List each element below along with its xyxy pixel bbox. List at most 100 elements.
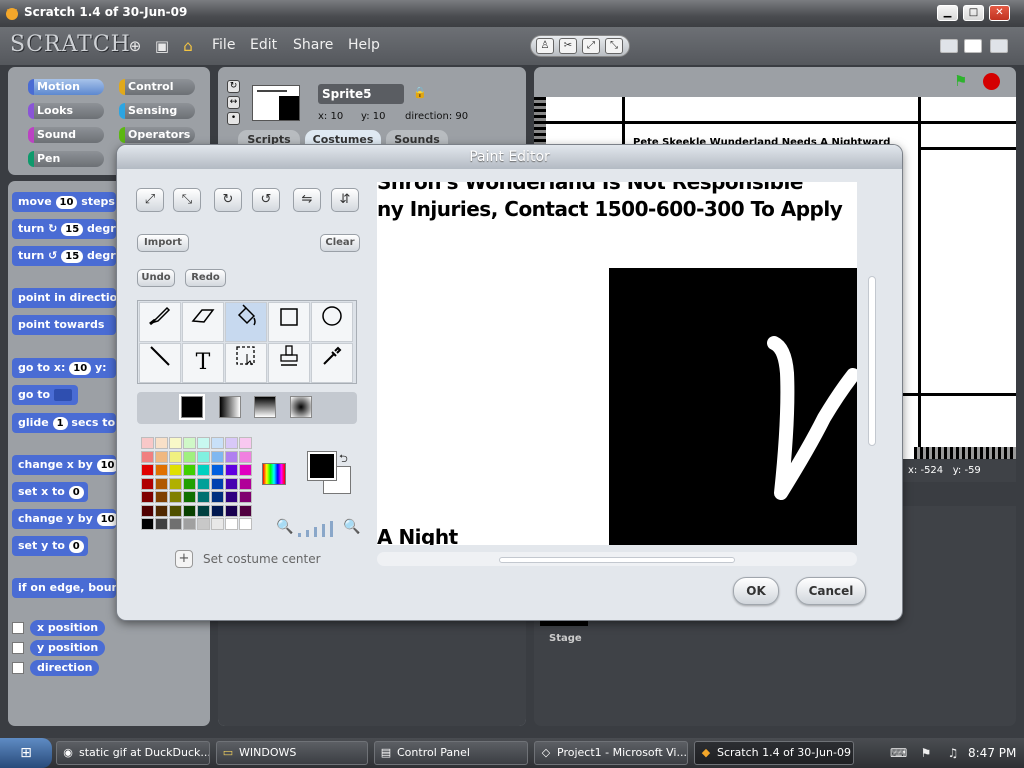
- shrink-icon[interactable]: ⤡: [173, 188, 201, 212]
- rotate-style-icon[interactable]: ↻: [227, 80, 240, 93]
- color-swatch[interactable]: [239, 450, 252, 463]
- color-swatch[interactable]: [239, 491, 252, 503]
- checkbox-y-position[interactable]: [12, 642, 24, 654]
- color-swatch[interactable]: [211, 464, 224, 476]
- text-tool-icon[interactable]: T: [182, 343, 224, 383]
- green-flag-icon[interactable]: ⚑: [954, 72, 974, 90]
- category-looks[interactable]: Looks: [28, 103, 104, 119]
- redo-button[interactable]: Redo: [185, 269, 226, 287]
- color-swatch[interactable]: [225, 464, 238, 476]
- zoom-in-icon[interactable]: 🔍: [343, 519, 360, 535]
- import-button[interactable]: Import: [137, 234, 189, 252]
- block-go-to-xy[interactable]: go to x: 10 y:: [12, 358, 116, 378]
- taskbar-item-project1[interactable]: ◇ Project1 - Microsoft Vi...: [534, 741, 688, 765]
- category-motion[interactable]: Motion: [28, 79, 104, 95]
- grow-icon[interactable]: ⤢: [136, 188, 164, 212]
- primary-color-swatch[interactable]: [308, 452, 336, 480]
- canvas-horizontal-scroll-thumb[interactable]: [499, 557, 735, 563]
- fill-radial-gradient-option[interactable]: [290, 396, 312, 418]
- block-change-y[interactable]: change y by 10: [12, 509, 116, 529]
- no-rotate-icon[interactable]: •: [227, 112, 240, 125]
- taskbar-item-scratch[interactable]: ◆ Scratch 1.4 of 30-Jun-09: [694, 741, 854, 765]
- color-swatch[interactable]: [169, 518, 182, 530]
- globe-icon[interactable]: ⊕: [126, 37, 144, 55]
- color-swatch[interactable]: [141, 504, 154, 517]
- color-swatch[interactable]: [225, 437, 238, 449]
- shrink-tool-icon[interactable]: ⤡: [605, 38, 623, 54]
- block-move-steps[interactable]: move 10 steps: [12, 192, 116, 212]
- save-icon[interactable]: ▣: [153, 37, 171, 55]
- zoom-level-2[interactable]: [306, 530, 309, 537]
- color-swatch[interactable]: [239, 477, 252, 490]
- color-swatch[interactable]: [155, 504, 168, 517]
- presentation-mode-icon[interactable]: [990, 39, 1008, 53]
- color-swatch[interactable]: [155, 491, 168, 503]
- color-swatch[interactable]: [225, 450, 238, 463]
- color-swatch[interactable]: [197, 504, 210, 517]
- color-swatch[interactable]: [239, 504, 252, 517]
- clear-button[interactable]: Clear: [320, 234, 360, 252]
- canvas-vertical-scroll-thumb[interactable]: [868, 276, 876, 446]
- color-swatch[interactable]: [197, 464, 210, 476]
- color-swatch[interactable]: [211, 504, 224, 517]
- color-swatch[interactable]: [225, 504, 238, 517]
- share-icon[interactable]: ⌂: [179, 37, 197, 55]
- color-swatch[interactable]: [169, 437, 182, 449]
- color-swatch[interactable]: [211, 437, 224, 449]
- volume-tray-icon[interactable]: ♫: [945, 745, 961, 761]
- eraser-tool-icon[interactable]: [182, 302, 224, 342]
- delete-tool-icon[interactable]: ✂: [559, 38, 577, 54]
- ellipse-tool-icon[interactable]: [311, 302, 353, 342]
- menu-file[interactable]: File: [212, 37, 235, 53]
- color-swatch[interactable]: [141, 437, 154, 449]
- grow-tool-icon[interactable]: ⤢: [582, 38, 600, 54]
- minimize-button[interactable]: ▁: [937, 5, 958, 21]
- fill-solid-option[interactable]: [181, 396, 203, 418]
- lock-icon[interactable]: 🔒: [413, 86, 427, 99]
- color-swatch[interactable]: [141, 477, 154, 490]
- checkbox-direction[interactable]: [12, 662, 24, 674]
- small-stage-mode-icon[interactable]: [940, 39, 958, 53]
- normal-stage-mode-icon[interactable]: [964, 39, 982, 53]
- block-point-in-direction[interactable]: point in direction: [12, 288, 116, 308]
- block-go-to[interactable]: go to: [12, 385, 78, 405]
- block-glide[interactable]: glide 1 secs to: [12, 413, 116, 433]
- category-control[interactable]: Control: [119, 79, 195, 95]
- block-if-on-edge-bounce[interactable]: if on edge, bounce: [12, 578, 116, 598]
- color-swatch[interactable]: [239, 464, 252, 476]
- ok-button[interactable]: OK: [733, 577, 779, 605]
- sprite-name-field[interactable]: Sprite5: [318, 84, 404, 104]
- color-swatch[interactable]: [225, 477, 238, 490]
- flip-horizontal-icon[interactable]: ⇋: [293, 188, 321, 212]
- color-swatch[interactable]: [197, 491, 210, 503]
- color-swatch[interactable]: [169, 477, 182, 490]
- color-swatch[interactable]: [211, 518, 224, 530]
- color-swatch[interactable]: [141, 464, 154, 476]
- zoom-level-3[interactable]: [314, 527, 317, 537]
- color-swatch[interactable]: [197, 450, 210, 463]
- eyedropper-tool-icon[interactable]: [311, 343, 353, 383]
- block-set-x[interactable]: set x to 0: [12, 482, 88, 502]
- color-swatch[interactable]: [183, 437, 196, 449]
- category-sound[interactable]: Sound: [28, 127, 104, 143]
- color-swatch[interactable]: [225, 491, 238, 503]
- color-swatch[interactable]: [155, 464, 168, 476]
- fill-horizontal-gradient-option[interactable]: [219, 396, 241, 418]
- maximize-button[interactable]: □: [963, 5, 984, 21]
- color-swatch[interactable]: [239, 437, 252, 449]
- color-swatch[interactable]: [211, 491, 224, 503]
- color-swatch[interactable]: [183, 504, 196, 517]
- flip-style-icon[interactable]: ↔: [227, 96, 240, 109]
- color-swatch[interactable]: [169, 504, 182, 517]
- select-tool-icon[interactable]: [225, 343, 267, 383]
- start-button[interactable]: ⊞: [0, 738, 52, 768]
- zoom-out-icon[interactable]: 🔍: [276, 519, 293, 535]
- menu-help[interactable]: Help: [348, 37, 380, 53]
- block-turn-cw[interactable]: turn ↻ 15 degr: [12, 219, 116, 239]
- reporter-y-position[interactable]: y position: [30, 640, 106, 656]
- stamp-tool-icon[interactable]: [268, 343, 310, 383]
- set-costume-center-button[interactable]: +: [175, 550, 193, 568]
- color-swatch[interactable]: [183, 477, 196, 490]
- color-swatch[interactable]: [211, 477, 224, 490]
- close-window-button[interactable]: ✕: [989, 5, 1010, 21]
